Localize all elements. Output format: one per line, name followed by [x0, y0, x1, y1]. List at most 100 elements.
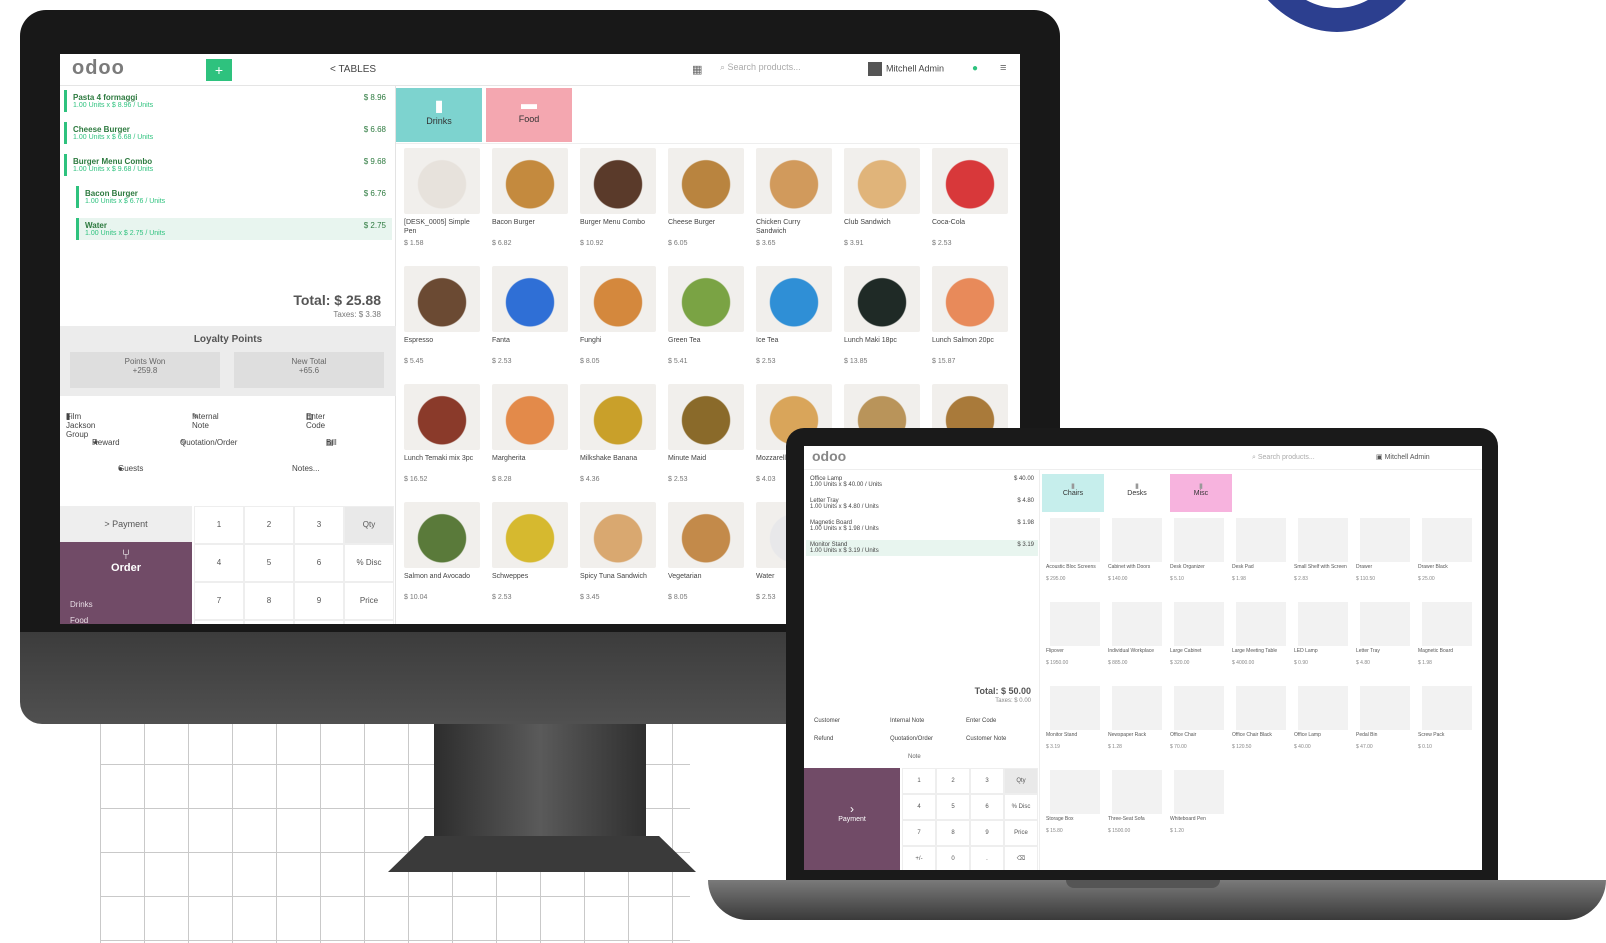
tables-button[interactable]: < TABLES [330, 64, 376, 75]
numpad-key[interactable]: 1 [902, 768, 936, 794]
category-tab[interactable]: ▮ Misc [1170, 474, 1232, 512]
product-card[interactable]: Funghi $ 8.05 [576, 264, 660, 376]
numpad-key[interactable]: 8 [244, 582, 294, 620]
product-card[interactable]: Large Cabinet $ 320.00 [1168, 602, 1230, 684]
numpad-key[interactable]: 6 [970, 794, 1004, 820]
product-card[interactable]: Margherita $ 8.28 [488, 382, 572, 494]
user-menu[interactable]: ▣ Mitchell Admin [1376, 453, 1430, 461]
product-card[interactable]: Office Chair Black $ 120.50 [1230, 686, 1292, 768]
order-line[interactable]: Bacon Burger 1.00 Units x $ 6.76 / Units $… [76, 186, 392, 208]
numpad-key[interactable]: +/- [902, 846, 936, 870]
numpad-key[interactable]: Price [1004, 820, 1038, 846]
product-card[interactable]: [DESK_0005] Simple Pen $ 1.58 [400, 146, 484, 258]
numpad-key[interactable]: 3 [294, 506, 344, 544]
menu-icon[interactable]: ≡ [1000, 62, 1006, 74]
order-line[interactable]: Burger Menu Combo 1.00 Units x $ 9.68 / U… [64, 154, 392, 176]
product-card[interactable]: Green Tea $ 5.41 [664, 264, 748, 376]
numpad-key[interactable]: 4 [194, 544, 244, 582]
laptop-action-button[interactable]: Enter Code [966, 718, 996, 724]
numpad-key[interactable]: Qty [344, 506, 394, 544]
numpad-key[interactable]: 1 [194, 506, 244, 544]
product-card[interactable]: Large Meeting Table $ 4000.00 [1230, 602, 1292, 684]
numpad-key[interactable]: 0 [936, 846, 970, 870]
product-card[interactable]: Three-Seat Sofa $ 1500.00 [1106, 770, 1168, 852]
order-line[interactable]: Cheese Burger 1.00 Units x $ 6.68 / Units… [64, 122, 392, 144]
product-card[interactable]: Storage Box $ 15.80 [1044, 770, 1106, 852]
product-card[interactable]: Desk Pad $ 1.98 [1230, 518, 1292, 600]
product-card[interactable]: Chicken Curry Sandwich $ 3.65 [752, 146, 836, 258]
product-card[interactable]: Cabinet with Doors $ 140.00 [1106, 518, 1168, 600]
order-line[interactable]: Office Lamp 1.00 Units x $ 40.00 / Units $… [806, 474, 1038, 490]
category-food[interactable]: ▬ Food [486, 88, 572, 142]
new-order-button[interactable]: + [206, 59, 232, 81]
product-card[interactable]: Magnetic Board $ 1.98 [1416, 602, 1478, 684]
numpad-key[interactable]: 3 [970, 768, 1004, 794]
product-card[interactable]: Coca-Cola $ 2.53 [928, 146, 1012, 258]
product-card[interactable]: Pedal Bin $ 47.00 [1354, 686, 1416, 768]
product-card[interactable]: Office Lamp $ 40.00 [1292, 686, 1354, 768]
product-card[interactable]: Salmon and Avocado $ 10.04 [400, 500, 484, 612]
product-card[interactable]: Flipover $ 1950.00 [1044, 602, 1106, 684]
laptop-payment-button[interactable]: › Payment [804, 768, 900, 870]
product-card[interactable]: Espresso $ 5.45 [400, 264, 484, 376]
product-card[interactable]: Schweppes $ 2.53 [488, 500, 572, 612]
numpad-key[interactable]: 9 [294, 582, 344, 620]
product-card[interactable]: Drawer $ 110.50 [1354, 518, 1416, 600]
product-card[interactable]: Screw Pack $ 0.10 [1416, 686, 1478, 768]
product-card[interactable]: Spicy Tuna Sandwich $ 3.45 [576, 500, 660, 612]
user-menu[interactable]: Mitchell Admin [868, 62, 964, 78]
search-input[interactable]: ⌕ Search products... [720, 62, 850, 78]
order-button[interactable]: ⑂ Order Drinks Food [60, 542, 192, 624]
numpad-key[interactable]: ⌫ [1004, 846, 1038, 870]
numpad-key[interactable]: % Disc [1004, 794, 1038, 820]
numpad-key[interactable]: 8 [936, 820, 970, 846]
numpad-key[interactable]: ⌫ [344, 620, 394, 624]
product-card[interactable]: Milkshake Banana $ 4.36 [576, 382, 660, 494]
product-card[interactable]: Whiteboard Pen $ 1.20 [1168, 770, 1230, 852]
numpad-key[interactable]: Qty [1004, 768, 1038, 794]
numpad-key[interactable]: 4 [902, 794, 936, 820]
numpad-key[interactable]: % Disc [344, 544, 394, 582]
product-card[interactable]: Club Sandwich $ 3.91 [840, 146, 924, 258]
product-card[interactable]: Individual Workplace $ 885.00 [1106, 602, 1168, 684]
numpad-key[interactable]: 6 [294, 544, 344, 582]
laptop-action-button[interactable]: Quotation/Order [890, 736, 933, 742]
numpad-key[interactable]: . [294, 620, 344, 624]
numpad-key[interactable]: . [970, 846, 1004, 870]
numpad-key[interactable]: 2 [936, 768, 970, 794]
category-tab[interactable]: ▮ Desks [1106, 474, 1168, 512]
search-input[interactable]: ⌕ Search products... [1252, 454, 1315, 462]
product-card[interactable]: Acoustic Bloc Screens $ 295.00 [1044, 518, 1106, 600]
payment-button[interactable]: > Payment [60, 506, 192, 542]
product-card[interactable]: Lunch Salmon 20pc $ 15.87 [928, 264, 1012, 376]
laptop-action-button[interactable]: Internal Note [890, 718, 924, 724]
product-card[interactable]: Lunch Maki 18pc $ 13.85 [840, 264, 924, 376]
order-line[interactable]: Water 1.00 Units x $ 2.75 / Units $ 2.75 [76, 218, 392, 240]
product-card[interactable]: Burger Menu Combo $ 10.92 [576, 146, 660, 258]
product-card[interactable]: Minute Maid $ 2.53 [664, 382, 748, 494]
laptop-action-button[interactable]: Customer [814, 718, 840, 724]
product-card[interactable]: Monitor Stand $ 3.19 [1044, 686, 1106, 768]
product-card[interactable]: Ice Tea $ 2.53 [752, 264, 836, 376]
product-card[interactable]: Lunch Temaki mix 3pc $ 16.52 [400, 382, 484, 494]
numpad-key[interactable]: 2 [244, 506, 294, 544]
laptop-action-button[interactable]: Refund [814, 736, 833, 742]
product-card[interactable]: Bacon Burger $ 6.82 [488, 146, 572, 258]
order-line[interactable]: Pasta 4 formaggi 1.00 Units x $ 8.96 / Un… [64, 90, 392, 112]
numpad-key[interactable]: Price [344, 582, 394, 620]
product-card[interactable]: LED Lamp $ 0.90 [1292, 602, 1354, 684]
category-drinks[interactable]: ▮ Drinks [396, 88, 482, 142]
product-card[interactable]: Vegetarian $ 8.05 [664, 500, 748, 612]
barcode-icon[interactable]: ▦ [692, 63, 702, 76]
order-line[interactable]: Monitor Stand 1.00 Units x $ 3.19 / Units… [806, 540, 1038, 556]
numpad-key[interactable]: +/- [194, 620, 244, 624]
product-card[interactable]: Fanta $ 2.53 [488, 264, 572, 376]
laptop-action-button[interactable]: Customer Note [966, 736, 1006, 742]
product-card[interactable]: Desk Organizer $ 5.10 [1168, 518, 1230, 600]
product-card[interactable]: Small Shelf with Screen $ 2.83 [1292, 518, 1354, 600]
numpad-key[interactable]: 5 [244, 544, 294, 582]
product-card[interactable]: Drawer Black $ 25.00 [1416, 518, 1478, 600]
product-card[interactable]: Cheese Burger $ 6.05 [664, 146, 748, 258]
numpad-key[interactable]: 7 [902, 820, 936, 846]
numpad-key[interactable]: 9 [970, 820, 1004, 846]
